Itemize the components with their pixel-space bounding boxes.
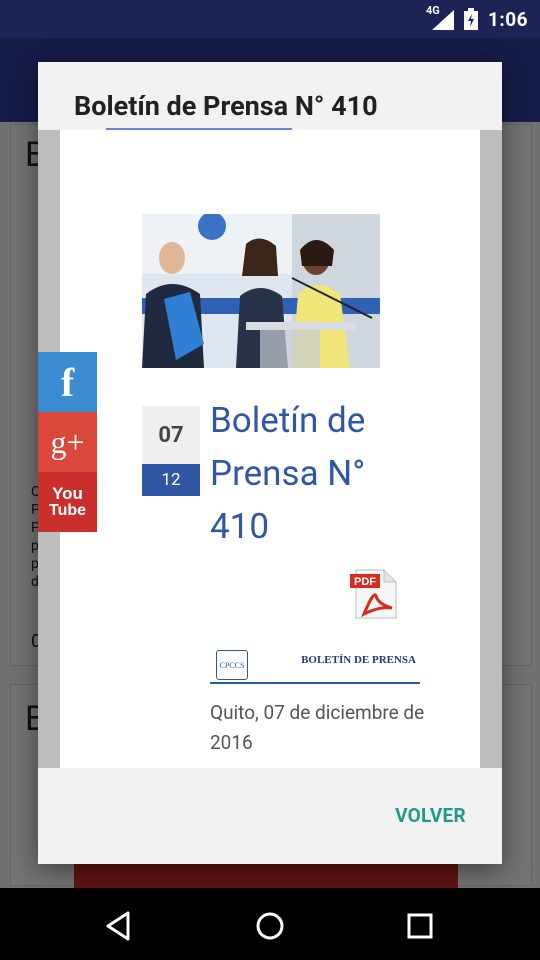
place-date: Quito, 07 de diciembre de 2016: [210, 701, 425, 754]
article-photo: [142, 214, 380, 368]
dialog-title: Boletín de Prensa N° 410: [74, 90, 378, 122]
bulletin-banner-title: BOLETÍN DE PRENSA: [301, 654, 416, 666]
date-day: 07: [142, 406, 200, 464]
article-title: Boletín de Prensa N° 410: [210, 400, 366, 547]
article-webview[interactable]: 07 12 Boletín de Prensa N° 410 PDF CPCCS…: [38, 130, 502, 768]
battery-icon: [463, 8, 478, 30]
status-icons: 4G 1:06: [426, 0, 528, 38]
press-release-dialog: Boletín de Prensa N° 410 07 12 Boletín d…: [38, 62, 502, 864]
cpccs-logo: CPCCS: [216, 650, 248, 680]
recents-icon[interactable]: [402, 908, 438, 944]
article-page: 07 12 Boletín de Prensa N° 410 PDF CPCCS…: [60, 130, 480, 768]
youtube-icon-you: You: [52, 484, 83, 503]
pdf-icon[interactable]: PDF: [350, 568, 400, 620]
bulletin-banner: CPCCS BOLETÍN DE PRENSA: [210, 646, 420, 684]
navigation-bar: [0, 888, 540, 960]
youtube-button[interactable]: You Tube: [38, 472, 97, 532]
facebook-button[interactable]: f: [38, 352, 97, 412]
googleplus-icon: g+: [50, 423, 85, 460]
back-icon[interactable]: [102, 908, 138, 944]
youtube-icon-tube: Tube: [48, 502, 87, 519]
date-badge: 07 12: [142, 406, 200, 498]
facebook-icon: f: [60, 359, 75, 405]
clock: 1:06: [487, 7, 528, 31]
volver-button[interactable]: VOLVER: [395, 804, 466, 827]
status-bar: 4G 1:06: [0, 0, 540, 38]
home-icon[interactable]: [252, 908, 288, 944]
signal-icon: 4G: [426, 4, 454, 30]
date-month: 12: [142, 464, 200, 496]
googleplus-button[interactable]: g+: [38, 412, 97, 472]
svg-text:PDF: PDF: [354, 576, 376, 588]
